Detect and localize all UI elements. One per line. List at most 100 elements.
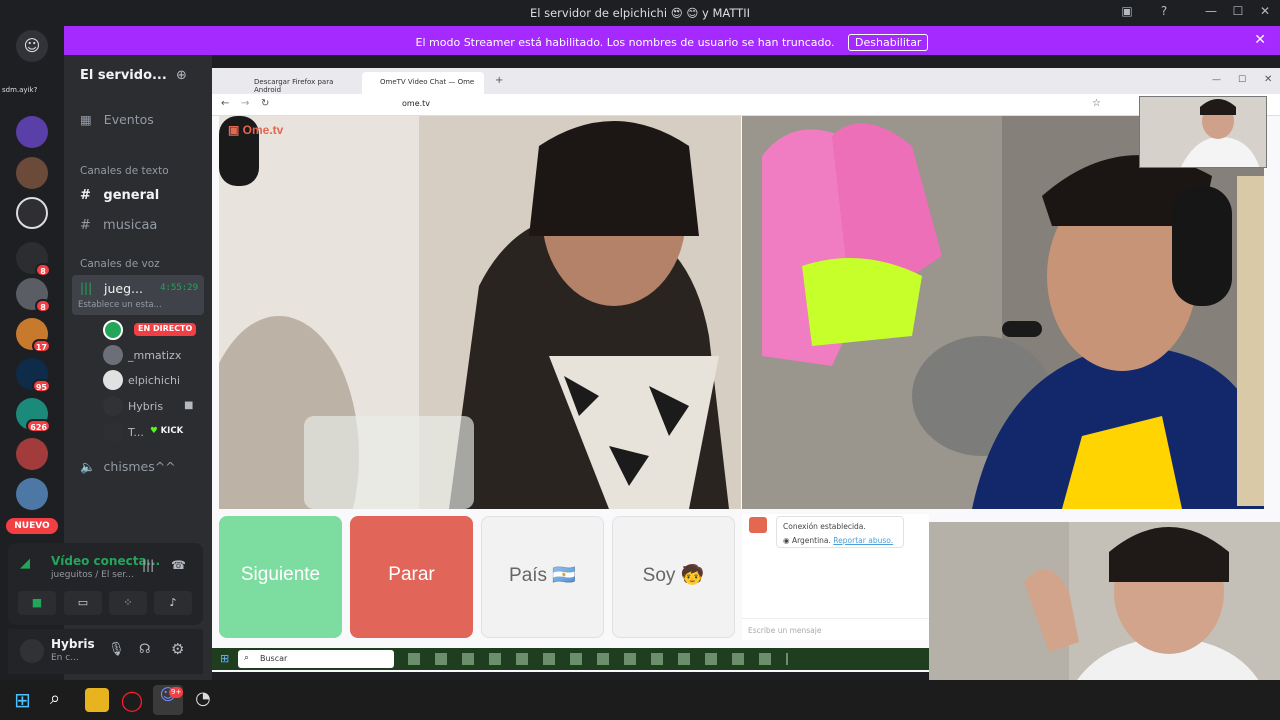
voice-user[interactable]: elpichichi (128, 374, 180, 387)
chat-input[interactable]: Escribe un mensaje (742, 618, 929, 640)
events-link[interactable]: ▦ Eventos (80, 112, 154, 127)
noise-suppression-icon[interactable]: ||| (142, 558, 154, 572)
live-badge: EN DIRECTO (134, 323, 197, 336)
screen-share-button[interactable]: ▭ (64, 591, 102, 615)
help-icon[interactable]: ? (1154, 4, 1174, 22)
kick-label: ♥ KICK (150, 426, 184, 436)
signal-icon[interactable]: ◢ (20, 556, 30, 571)
avatar[interactable] (103, 345, 123, 365)
soundboard-button[interactable]: ♪ (154, 591, 192, 615)
badge: 8 (35, 263, 51, 277)
back-icon[interactable]: ← (221, 98, 229, 109)
voice-connected-subtitle[interactable]: jueguitos / El ser... (51, 570, 134, 580)
server-icon[interactable] (16, 197, 48, 229)
captured-taskbar: ⊞ Buscar ⌕ (212, 648, 929, 670)
minimize-icon[interactable]: — (1201, 4, 1221, 22)
server-icon[interactable] (16, 478, 48, 510)
voice-user[interactable]: T... (128, 426, 144, 439)
badge: 95 (31, 379, 51, 393)
voice-channel-active[interactable]: ||| jueg... 4:55:29 Establece un esta... (72, 275, 204, 315)
voice-user[interactable]: Hybris (128, 400, 163, 413)
browser-tab-active[interactable]: OmeTV Video Chat — Ome (362, 72, 484, 94)
windows-start-icon[interactable]: ⊞ (14, 688, 38, 712)
new-badge[interactable]: NUEVO (6, 518, 58, 534)
headphones-icon[interactable]: ☊ (139, 642, 151, 657)
avatar[interactable] (103, 422, 123, 442)
avatar[interactable] (103, 320, 123, 340)
stop-button[interactable]: Parar (350, 516, 473, 638)
server-icon[interactable]: 17 (16, 318, 51, 353)
microphone-icon[interactable]: 🎙 (108, 642, 125, 657)
user-panel: Hybris En c... 🎙 ☊ ⚙ (8, 629, 203, 674)
country-button[interactable]: País 🇦🇷 (481, 516, 604, 638)
banner-text: El modo Streamer está habilitado. Los no… (415, 36, 835, 49)
opera-icon[interactable]: ◯ (120, 688, 144, 712)
window-close-icon[interactable]: ✕ (1264, 74, 1272, 85)
new-tab-icon[interactable]: + (495, 75, 503, 86)
stranger-video-image (219, 116, 741, 509)
server-name[interactable]: El servido... (80, 68, 167, 83)
user-name[interactable]: Hybris (51, 637, 95, 651)
voice-user[interactable]: _mmatizx (128, 349, 181, 362)
file-explorer-icon[interactable] (85, 688, 109, 712)
next-button[interactable]: Siguiente (219, 516, 342, 638)
windows-taskbar: ⊞ ⌕ ◯ ☺ 9+ ◔ (0, 680, 1280, 720)
voice-category[interactable]: Canales de voz (80, 258, 160, 270)
forward-icon[interactable]: → (241, 98, 249, 109)
server-icon[interactable]: 8 (16, 242, 51, 277)
search-icon[interactable]: ⌕ (50, 688, 74, 712)
activities-button[interactable]: ⁘ (109, 591, 147, 615)
discord-badge: 9+ (169, 687, 184, 698)
window-minimize-icon[interactable]: — (1212, 75, 1221, 85)
captured-search: Buscar (238, 650, 394, 668)
settings-gear-icon[interactable]: ⚙ (171, 640, 184, 658)
user-status: En c... (51, 653, 79, 663)
inbox-icon[interactable]: ▣ (1117, 4, 1137, 22)
title-bar: El servidor de elpichichi 😍 😊 y MATTII ▣… (0, 0, 1280, 26)
browser-tab[interactable]: Descargar Firefox para Android (236, 72, 358, 94)
voice-channel-chismes[interactable]: 🔈 chismes^^ (80, 459, 176, 475)
disconnect-icon[interactable]: ☎ (171, 558, 186, 572)
server-icon[interactable]: 95 (16, 358, 51, 393)
url-field[interactable]: ome.tv (402, 99, 430, 108)
camera-icon: ■ (184, 400, 194, 411)
invite-icon[interactable]: ⊕ (176, 68, 187, 83)
server-icon[interactable]: 8 (16, 278, 51, 313)
voice-icon: ||| (80, 281, 93, 295)
disable-streamer-button[interactable]: Deshabilitar (848, 34, 929, 51)
window-title: El servidor de elpichichi 😍 😊 y MATTII (530, 6, 750, 20)
text-category[interactable]: Canales de texto (80, 165, 169, 177)
badge: 8 (35, 299, 51, 313)
server-icon[interactable] (16, 157, 48, 189)
close-icon[interactable]: ✕ (1255, 4, 1275, 22)
maximize-icon[interactable]: ☐ (1228, 4, 1248, 22)
ometv-logo: ▣ Ome.tv (228, 123, 284, 137)
camera-button[interactable]: ■ (18, 591, 56, 615)
user-avatar[interactable] (20, 639, 44, 663)
discord-home-icon[interactable]: ☺ (16, 30, 48, 62)
app-icon[interactable]: ◔ (191, 688, 215, 712)
report-abuse-link[interactable]: Reportar abuso. (833, 536, 893, 545)
ometv-chat-icon (749, 517, 767, 533)
server-icon[interactable] (16, 438, 48, 470)
avatar[interactable] (103, 396, 123, 416)
close-banner-icon[interactable]: ✕ (1254, 32, 1266, 48)
gender-button[interactable]: Soy 🧒 (612, 516, 735, 638)
reload-icon[interactable]: ↻ (261, 98, 269, 109)
bookmark-star-icon[interactable]: ☆ (1092, 98, 1101, 109)
stranger-video: ▣ Ome.tv (219, 116, 741, 509)
streamer-mode-banner: El modo Streamer está habilitado. Los no… (64, 26, 1280, 55)
badge: 626 (26, 419, 51, 433)
captured-app-icons (408, 653, 788, 665)
server-icon[interactable]: 626 (16, 398, 51, 433)
channel-musicaa[interactable]: # musicaa (80, 218, 157, 233)
window-maximize-icon[interactable]: ☐ (1238, 75, 1246, 85)
avatar[interactable] (103, 370, 123, 390)
voice-status: Establece un esta... (78, 300, 162, 310)
channel-general[interactable]: # general (80, 188, 159, 203)
search-icon: ⌕ (244, 653, 250, 663)
address-bar: ← → ↻ ome.tv ☆ (212, 94, 1280, 116)
self-video-image (742, 116, 1264, 509)
server-icon[interactable] (16, 116, 48, 148)
user-label: sdm.ayik? (2, 86, 38, 94)
